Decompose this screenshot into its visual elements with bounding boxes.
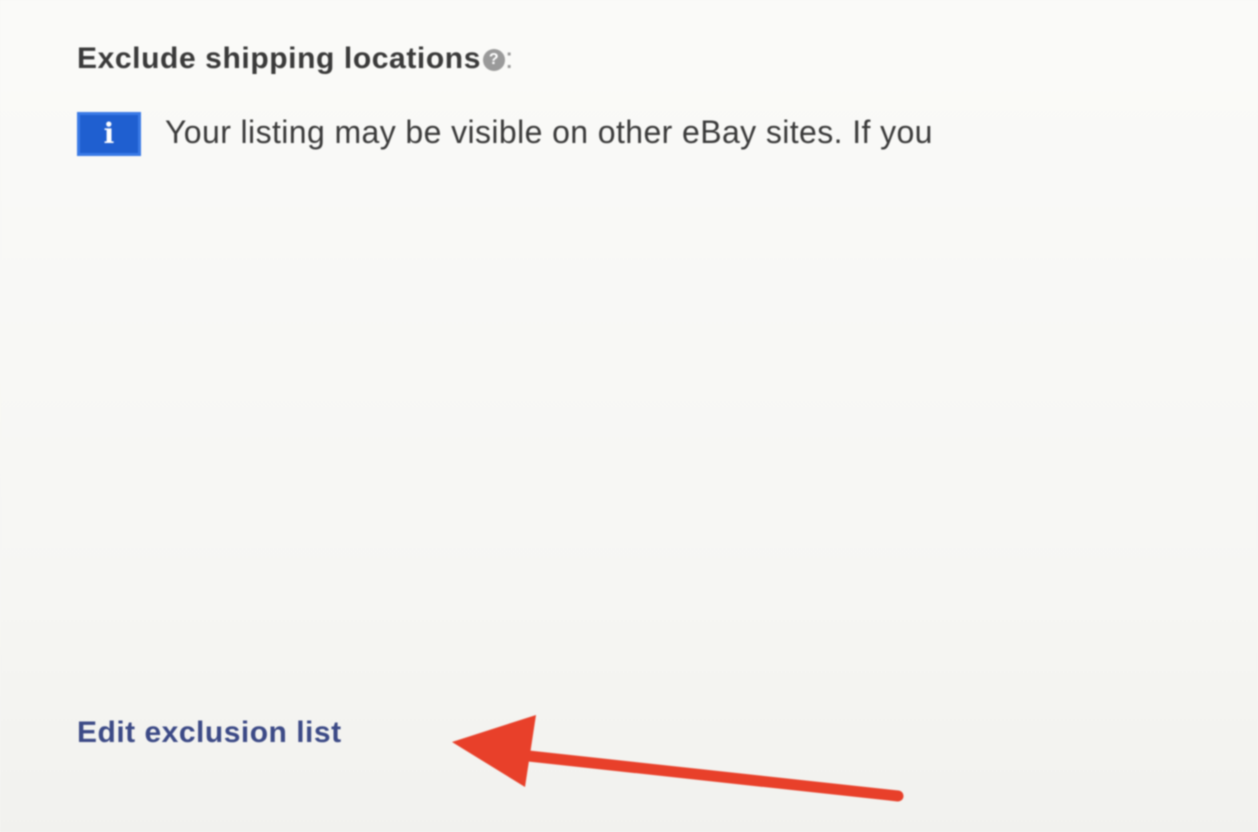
shipping-exclusion-panel: Exclude shipping locations?: i Your list…	[0, 0, 1258, 832]
info-message-text: Your listing may be visible on other eBa…	[165, 114, 933, 150]
edit-exclusion-list-link[interactable]: Edit exclusion list	[77, 716, 342, 750]
annotation-arrow	[452, 715, 904, 802]
section-title-colon: :	[505, 42, 514, 75]
section-title-text: Exclude shipping locations	[77, 42, 481, 75]
arrow-head	[452, 715, 536, 787]
arrow-shaft	[504, 748, 904, 802]
help-icon[interactable]: ?	[483, 49, 505, 71]
info-icon: i	[77, 112, 141, 156]
section-title: Exclude shipping locations?:	[77, 42, 514, 76]
